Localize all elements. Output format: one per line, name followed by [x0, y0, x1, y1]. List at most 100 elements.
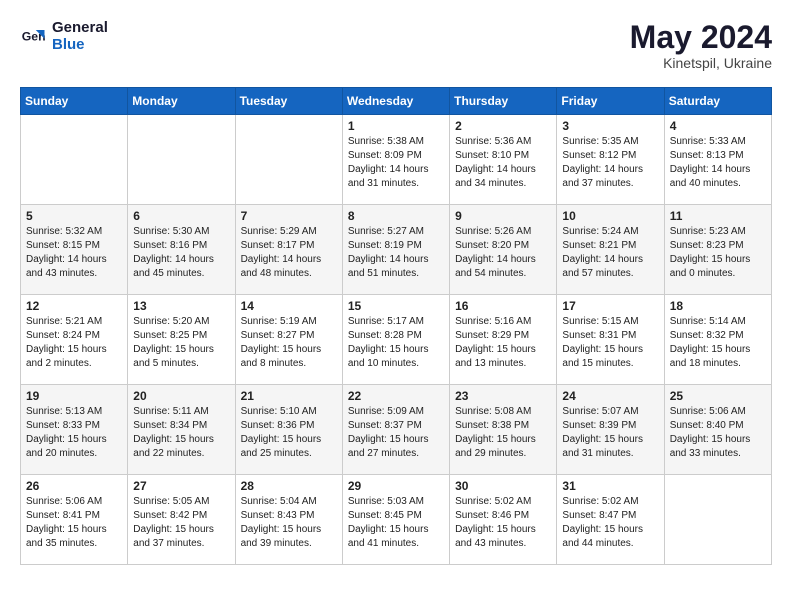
calendar-cell: 2 Sunrise: 5:36 AM Sunset: 8:10 PM Daylig…: [450, 115, 557, 205]
calendar-cell: 13 Sunrise: 5:20 AM Sunset: 8:25 PM Dayli…: [128, 295, 235, 385]
day-info: Sunrise: 5:27 AM Sunset: 8:19 PM Dayligh…: [348, 225, 444, 281]
day-info: Sunrise: 5:14 AM Sunset: 8:32 PM Dayligh…: [670, 315, 766, 371]
day-number: 8: [348, 209, 444, 223]
day-info: Sunrise: 5:35 AM Sunset: 8:12 PM Dayligh…: [562, 135, 658, 191]
page-header: Gen General Blue May 2024 Kinetspil, Ukr…: [20, 20, 772, 71]
day-number: 7: [241, 209, 337, 223]
day-number: 20: [133, 389, 229, 403]
calendar-cell: 3 Sunrise: 5:35 AM Sunset: 8:12 PM Daylig…: [557, 115, 664, 205]
calendar-week-row: 26Sunrise: 5:06 AM Sunset: 8:41 PM Dayli…: [21, 475, 772, 565]
calendar-cell: 15 Sunrise: 5:17 AM Sunset: 8:28 PM Dayli…: [342, 295, 449, 385]
weekday-header-friday: Friday: [557, 88, 664, 115]
day-info: Sunrise: 5:08 AM Sunset: 8:38 PM Dayligh…: [455, 405, 551, 461]
day-number: 14: [241, 299, 337, 313]
day-info: Sunrise: 5:10 AM Sunset: 8:36 PM Dayligh…: [241, 405, 337, 461]
calendar-cell: 26Sunrise: 5:06 AM Sunset: 8:41 PM Dayli…: [21, 475, 128, 565]
calendar-week-row: 1 Sunrise: 5:38 AM Sunset: 8:09 PM Daylig…: [21, 115, 772, 205]
day-info: Sunrise: 5:36 AM Sunset: 8:10 PM Dayligh…: [455, 135, 551, 191]
day-number: 24: [562, 389, 658, 403]
day-number: 15: [348, 299, 444, 313]
title-block: May 2024 Kinetspil, Ukraine: [630, 20, 772, 71]
weekday-header-monday: Monday: [128, 88, 235, 115]
calendar-cell: 18 Sunrise: 5:14 AM Sunset: 8:32 PM Dayli…: [664, 295, 771, 385]
calendar-cell: 7 Sunrise: 5:29 AM Sunset: 8:17 PM Daylig…: [235, 205, 342, 295]
day-info: Sunrise: 5:32 AM Sunset: 8:15 PM Dayligh…: [26, 225, 122, 281]
day-info: Sunrise: 5:06 AM Sunset: 8:40 PM Dayligh…: [670, 405, 766, 461]
calendar-cell: [21, 115, 128, 205]
day-number: 29: [348, 479, 444, 493]
day-number: 11: [670, 209, 766, 223]
day-number: 6: [133, 209, 229, 223]
day-number: 3: [562, 119, 658, 133]
day-number: 25: [670, 389, 766, 403]
day-info: Sunrise: 5:05 AM Sunset: 8:42 PM Dayligh…: [133, 495, 229, 551]
calendar-cell: [128, 115, 235, 205]
calendar-table: SundayMondayTuesdayWednesdayThursdayFrid…: [20, 87, 772, 565]
day-number: 26: [26, 479, 122, 493]
day-number: 22: [348, 389, 444, 403]
day-number: 27: [133, 479, 229, 493]
calendar-cell: 24Sunrise: 5:07 AM Sunset: 8:39 PM Dayli…: [557, 385, 664, 475]
day-info: Sunrise: 5:13 AM Sunset: 8:33 PM Dayligh…: [26, 405, 122, 461]
calendar-cell: 22 Sunrise: 5:09 AM Sunset: 8:37 PM Dayli…: [342, 385, 449, 475]
day-info: Sunrise: 5:09 AM Sunset: 8:37 PM Dayligh…: [348, 405, 444, 461]
calendar-cell: 30 Sunrise: 5:02 AM Sunset: 8:46 PM Dayli…: [450, 475, 557, 565]
day-number: 13: [133, 299, 229, 313]
day-info: Sunrise: 5:38 AM Sunset: 8:09 PM Dayligh…: [348, 135, 444, 191]
day-number: 31: [562, 479, 658, 493]
calendar-cell: 16 Sunrise: 5:16 AM Sunset: 8:29 PM Dayli…: [450, 295, 557, 385]
calendar-cell: 8 Sunrise: 5:27 AM Sunset: 8:19 PM Daylig…: [342, 205, 449, 295]
calendar-cell: 4Sunrise: 5:33 AM Sunset: 8:13 PM Daylig…: [664, 115, 771, 205]
day-number: 23: [455, 389, 551, 403]
day-info: Sunrise: 5:23 AM Sunset: 8:23 PM Dayligh…: [670, 225, 766, 281]
calendar-cell: 21 Sunrise: 5:10 AM Sunset: 8:36 PM Dayli…: [235, 385, 342, 475]
day-info: Sunrise: 5:21 AM Sunset: 8:24 PM Dayligh…: [26, 315, 122, 371]
calendar-cell: 25 Sunrise: 5:06 AM Sunset: 8:40 PM Dayli…: [664, 385, 771, 475]
day-info: Sunrise: 5:30 AM Sunset: 8:16 PM Dayligh…: [133, 225, 229, 281]
day-number: 1: [348, 119, 444, 133]
calendar-cell: 31Sunrise: 5:02 AM Sunset: 8:47 PM Dayli…: [557, 475, 664, 565]
day-number: 18: [670, 299, 766, 313]
day-info: Sunrise: 5:03 AM Sunset: 8:45 PM Dayligh…: [348, 495, 444, 551]
location: Kinetspil, Ukraine: [630, 55, 772, 71]
calendar-cell: 29 Sunrise: 5:03 AM Sunset: 8:45 PM Dayli…: [342, 475, 449, 565]
weekday-header-sunday: Sunday: [21, 88, 128, 115]
day-number: 19: [26, 389, 122, 403]
calendar-cell: 12 Sunrise: 5:21 AM Sunset: 8:24 PM Dayli…: [21, 295, 128, 385]
day-info: Sunrise: 5:19 AM Sunset: 8:27 PM Dayligh…: [241, 315, 337, 371]
day-number: 12: [26, 299, 122, 313]
weekday-header-tuesday: Tuesday: [235, 88, 342, 115]
day-info: Sunrise: 5:26 AM Sunset: 8:20 PM Dayligh…: [455, 225, 551, 281]
day-info: Sunrise: 5:17 AM Sunset: 8:28 PM Dayligh…: [348, 315, 444, 371]
day-info: Sunrise: 5:33 AM Sunset: 8:13 PM Dayligh…: [670, 135, 766, 191]
calendar-cell: [664, 475, 771, 565]
day-info: Sunrise: 5:24 AM Sunset: 8:21 PM Dayligh…: [562, 225, 658, 281]
calendar-cell: 27 Sunrise: 5:05 AM Sunset: 8:42 PM Dayli…: [128, 475, 235, 565]
day-info: Sunrise: 5:02 AM Sunset: 8:46 PM Dayligh…: [455, 495, 551, 551]
calendar-cell: 6 Sunrise: 5:30 AM Sunset: 8:16 PM Daylig…: [128, 205, 235, 295]
day-info: Sunrise: 5:15 AM Sunset: 8:31 PM Dayligh…: [562, 315, 658, 371]
month-title: May 2024: [630, 20, 772, 55]
logo-icon: Gen: [20, 23, 48, 51]
day-info: Sunrise: 5:16 AM Sunset: 8:29 PM Dayligh…: [455, 315, 551, 371]
day-info: Sunrise: 5:29 AM Sunset: 8:17 PM Dayligh…: [241, 225, 337, 281]
calendar-cell: 14 Sunrise: 5:19 AM Sunset: 8:27 PM Dayli…: [235, 295, 342, 385]
day-number: 2: [455, 119, 551, 133]
logo-text: General Blue: [52, 20, 108, 53]
calendar-cell: 10Sunrise: 5:24 AM Sunset: 8:21 PM Dayli…: [557, 205, 664, 295]
calendar-week-row: 12 Sunrise: 5:21 AM Sunset: 8:24 PM Dayli…: [21, 295, 772, 385]
day-number: 16: [455, 299, 551, 313]
day-number: 30: [455, 479, 551, 493]
weekday-header-wednesday: Wednesday: [342, 88, 449, 115]
calendar-week-row: 5 Sunrise: 5:32 AM Sunset: 8:15 PM Daylig…: [21, 205, 772, 295]
day-number: 9: [455, 209, 551, 223]
calendar-cell: 1 Sunrise: 5:38 AM Sunset: 8:09 PM Daylig…: [342, 115, 449, 205]
calendar-week-row: 19 Sunrise: 5:13 AM Sunset: 8:33 PM Dayli…: [21, 385, 772, 475]
day-info: Sunrise: 5:20 AM Sunset: 8:25 PM Dayligh…: [133, 315, 229, 371]
day-number: 21: [241, 389, 337, 403]
weekday-header-thursday: Thursday: [450, 88, 557, 115]
day-number: 17: [562, 299, 658, 313]
day-info: Sunrise: 5:04 AM Sunset: 8:43 PM Dayligh…: [241, 495, 337, 551]
calendar-cell: [235, 115, 342, 205]
day-number: 5: [26, 209, 122, 223]
